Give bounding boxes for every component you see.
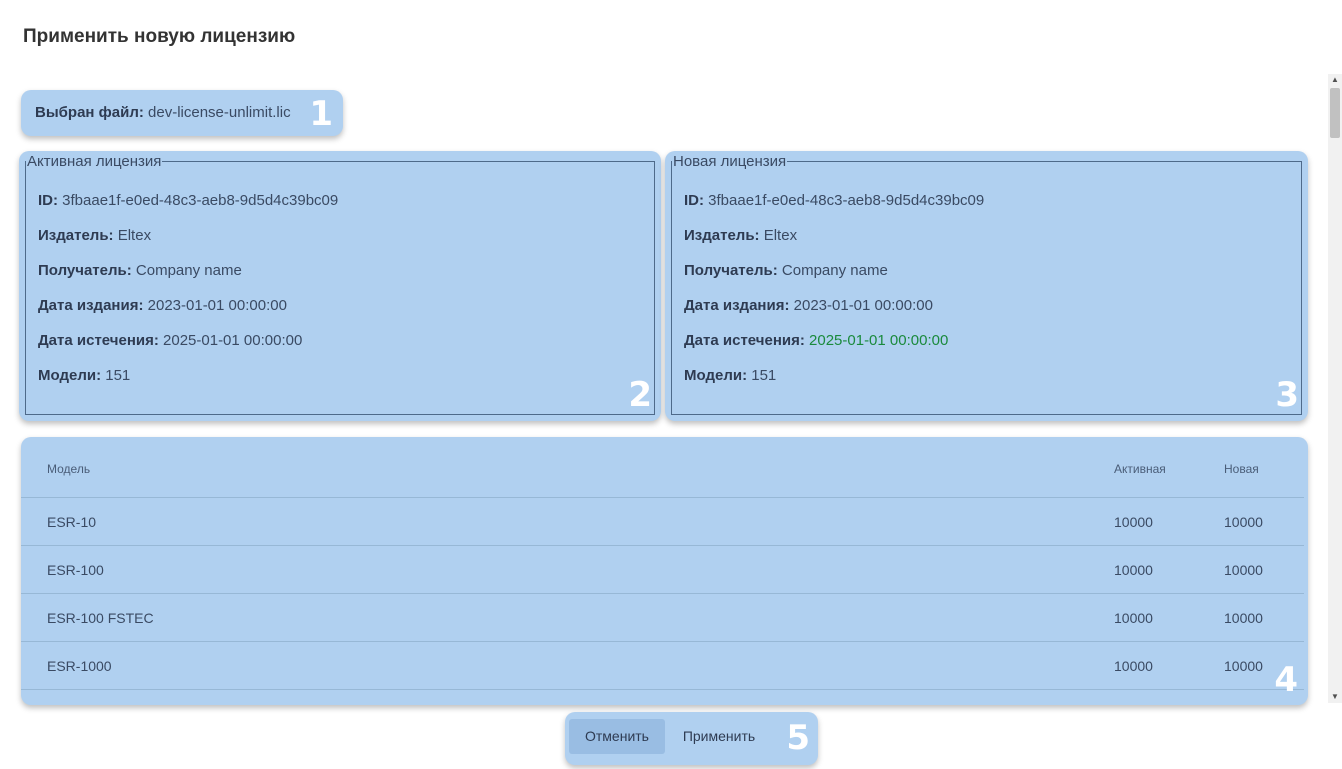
active-license-expiry-row: Дата истечения: 2025-01-01 00:00:00 [38,331,654,366]
marker-5: 5 [786,718,810,758]
recipient-label: Получатель: [684,262,778,279]
publisher-label: Издатель: [684,227,760,244]
selected-file-name: dev-license-unlimit.lic [148,104,291,121]
new-license-legend: Новая лицензия [673,153,787,170]
apply-license-dialog: Применить новую лицензию Выбран файл: de… [0,0,1342,769]
table-row: ESR-1000 10000 10000 [21,642,1304,690]
expiry-date-label: Дата истечения: [38,332,159,349]
new-license-models-row: Модели: 151 [684,366,1301,401]
cell-model: ESR-100 [47,562,104,578]
marker-4: 4 [1274,660,1298,700]
new-license-fieldset: Новая лицензия ID: 3fbaae1f-e0ed-48c3-ae… [671,153,1302,415]
cell-active: 10000 [1114,514,1153,530]
dialog-title: Применить новую лицензию [23,26,296,47]
new-license-id: 3fbaae1f-e0ed-48c3-aeb8-9d5d4c39bc09 [708,192,985,209]
cell-new: 10000 [1224,514,1263,530]
cell-active: 10000 [1114,610,1153,626]
table-row: ESR-100 10000 10000 [21,546,1304,594]
active-license-issue-date: 2023-01-01 00:00:00 [147,297,287,314]
active-license-recipient-row: Получатель: Company name [38,261,654,296]
active-license-recipient: Company name [135,262,242,279]
action-buttons-box: Отменить Применить 5 [565,712,818,765]
scroll-thumb[interactable] [1330,88,1340,138]
cell-active: 10000 [1114,562,1153,578]
cell-new: 10000 [1224,658,1263,674]
vertical-scrollbar[interactable]: ▲ ▼ [1328,74,1342,703]
id-label: ID: [38,192,58,209]
new-license-box: Новая лицензия ID: 3fbaae1f-e0ed-48c3-ae… [665,151,1308,421]
new-license-recipient-row: Получатель: Company name [684,261,1301,296]
new-license-issue-date: 2023-01-01 00:00:00 [793,297,933,314]
id-label: ID: [684,192,704,209]
active-license-models: 151 [105,367,131,384]
cancel-button[interactable]: Отменить [569,719,665,754]
table-header: Модель Активная Новая [21,437,1304,498]
cell-model: ESR-10 [47,514,97,530]
cell-model: ESR-1000 [47,658,112,674]
active-license-models-row: Модели: 151 [38,366,654,401]
column-header-active[interactable]: Активная [1114,462,1166,476]
new-license-expiry-date: 2025-01-01 00:00:00 [809,332,949,349]
new-license-issue-row: Дата издания: 2023-01-01 00:00:00 [684,296,1301,331]
active-license-issue-row: Дата издания: 2023-01-01 00:00:00 [38,296,654,331]
selected-file-label: Выбран файл: [35,104,144,121]
issue-date-label: Дата издания: [684,297,790,314]
publisher-label: Издатель: [38,227,114,244]
issue-date-label: Дата издания: [38,297,144,314]
marker-3: 3 [1275,375,1299,415]
apply-button[interactable]: Применить [671,719,767,754]
new-license-expiry-row: Дата истечения: 2025-01-01 00:00:00 [684,331,1301,366]
active-license-expiry-date: 2025-01-01 00:00:00 [163,332,303,349]
cell-active: 10000 [1114,658,1153,674]
table-row: ESR-10 10000 10000 [21,498,1304,546]
cell-new: 10000 [1224,610,1263,626]
active-license-id: 3fbaae1f-e0ed-48c3-aeb8-9d5d4c39bc09 [62,192,339,209]
active-license-id-row: ID: 3fbaae1f-e0ed-48c3-aeb8-9d5d4c39bc09 [38,191,654,226]
models-table: Модель Активная Новая ESR-10 10000 10000… [21,437,1308,705]
new-license-models: 151 [751,367,777,384]
marker-2: 2 [628,375,652,415]
new-license-recipient: Company name [781,262,888,279]
selected-file-line: Выбран файл: dev-license-unlimit.lic [35,104,291,121]
new-license-publisher: Eltex [763,227,798,244]
models-label: Модели: [684,367,748,384]
active-license-publisher-row: Издатель: Eltex [38,226,654,261]
new-license-publisher-row: Издатель: Eltex [684,226,1301,261]
selected-file-box: Выбран файл: dev-license-unlimit.lic 1 [21,90,343,136]
active-license-fieldset: Активная лицензия ID: 3fbaae1f-e0ed-48c3… [25,153,655,415]
column-header-model[interactable]: Модель [47,462,90,476]
table-row: ESR-100 FSTEC 10000 10000 [21,594,1304,642]
active-license-box: Активная лицензия ID: 3fbaae1f-e0ed-48c3… [19,151,661,421]
active-license-publisher: Eltex [117,227,152,244]
recipient-label: Получатель: [38,262,132,279]
scroll-down-arrow-icon[interactable]: ▼ [1328,691,1342,703]
new-license-id-row: ID: 3fbaae1f-e0ed-48c3-aeb8-9d5d4c39bc09 [684,191,1301,226]
active-license-legend: Активная лицензия [27,153,162,170]
models-label: Модели: [38,367,102,384]
cell-model: ESR-100 FSTEC [47,610,154,626]
marker-1: 1 [309,94,333,134]
scroll-up-arrow-icon[interactable]: ▲ [1328,74,1342,86]
expiry-date-label: Дата истечения: [684,332,805,349]
cell-new: 10000 [1224,562,1263,578]
column-header-new[interactable]: Новая [1224,462,1259,476]
